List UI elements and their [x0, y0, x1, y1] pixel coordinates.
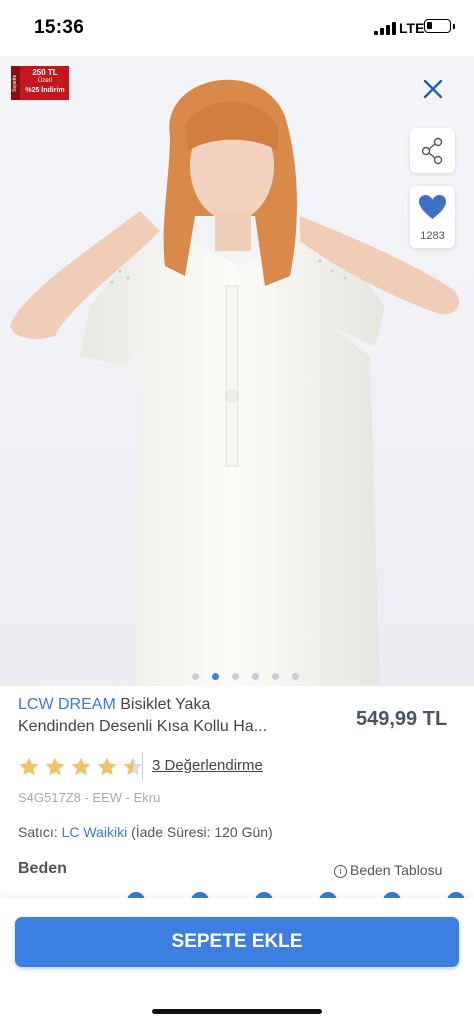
- promo-line-3: %25 İndirim: [25, 87, 65, 94]
- star-icon: [71, 757, 91, 776]
- size-heading: Beden: [18, 860, 67, 877]
- star-icon: [123, 757, 143, 776]
- info-icon: i: [334, 865, 347, 878]
- add-to-cart-button[interactable]: SEPETE EKLE: [15, 917, 459, 967]
- gallery-dot[interactable]: [292, 673, 299, 680]
- gallery-dot[interactable]: [272, 673, 279, 680]
- size-table-link[interactable]: i Beden Tablosu: [334, 862, 442, 878]
- gallery-pagination[interactable]: [192, 667, 312, 680]
- status-bar: 15:36 LTE: [0, 0, 474, 56]
- return-policy: (İade Süresi: 120 Gün): [127, 824, 273, 840]
- share-button[interactable]: [410, 128, 455, 173]
- close-button[interactable]: [418, 74, 448, 104]
- gallery-dot[interactable]: [192, 673, 199, 680]
- signal-icon: [374, 22, 398, 35]
- size-options[interactable]: [0, 888, 474, 898]
- promo-line-2: Üzeri: [37, 78, 52, 84]
- size-table-label: Beden Tablosu: [350, 862, 443, 878]
- promo-line-1: 250 TL: [32, 68, 58, 77]
- star-icon: [97, 757, 117, 776]
- reviews-link[interactable]: 3 Değerlendirme: [152, 757, 263, 774]
- heart-icon: [419, 195, 446, 219]
- star-icon: [45, 757, 65, 776]
- favorite-button[interactable]: 1283: [410, 186, 455, 248]
- battery-icon: [424, 19, 455, 33]
- favorite-count: 1283: [420, 230, 445, 242]
- rating-divider: [142, 752, 143, 780]
- seller-info: Satıcı: LC Waikiki (İade Süresi: 120 Gün…: [18, 824, 273, 840]
- star-icon: [19, 757, 39, 776]
- product-name-line-2: Kendinden Desenli Kısa Kollu Ha...: [18, 718, 268, 735]
- product-brand[interactable]: LCW DREAM: [18, 696, 116, 713]
- share-icon: [421, 137, 443, 165]
- status-time: 15:36: [34, 17, 85, 38]
- gallery-dot[interactable]: [232, 673, 239, 680]
- home-indicator: [152, 1009, 322, 1014]
- product-sku: S4G517Z8 - EEW - Ekru: [18, 790, 161, 805]
- product-name-line-1: Bisiklet Yaka: [115, 696, 211, 713]
- seller-prefix: Satıcı:: [18, 824, 62, 840]
- gallery-dot[interactable]: [252, 673, 259, 680]
- gallery-dot[interactable]: [212, 673, 219, 680]
- seller-link[interactable]: LC Waikiki: [62, 824, 128, 840]
- product-photo: [0, 56, 474, 686]
- product-title: LCW DREAM Bisiklet Yaka Kendinden Desenl…: [18, 694, 318, 738]
- product-price: 549,99 TL: [356, 708, 448, 730]
- product-image-gallery[interactable]: [0, 56, 474, 686]
- promo-badge: Sepette 250 TL Üzeri %25 İndirim: [11, 66, 69, 100]
- promo-side-label: Sepette: [11, 66, 20, 100]
- network-type: LTE: [399, 20, 425, 36]
- close-icon: [423, 79, 443, 99]
